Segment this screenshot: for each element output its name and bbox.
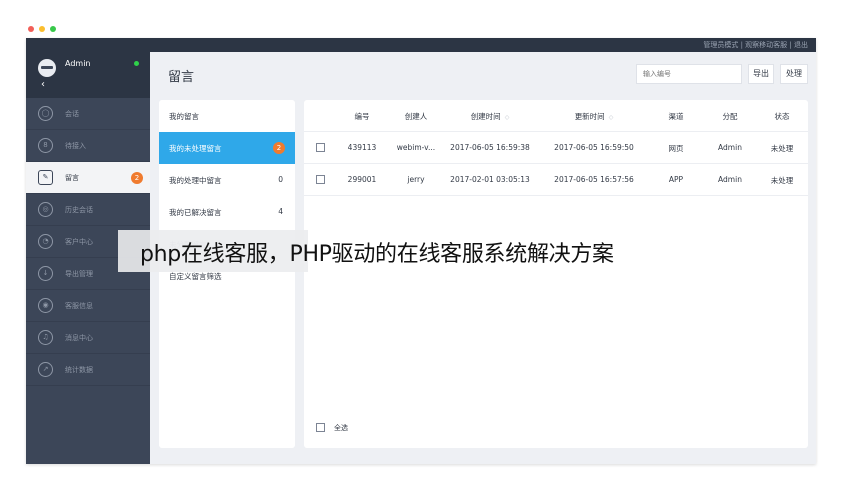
folder-item[interactable]: 我的未处理留言 2 — [159, 132, 295, 164]
table-cell: 2017-06-05 16:59:38 — [450, 143, 530, 152]
sidebar-item[interactable]: ✎ 留言 2 — [26, 162, 150, 194]
message-table: 编号 创建人 创建时间 ◇ 更新时间 ◇ 渠道 分配 状态 439113 webim-v... 20… — [304, 100, 808, 448]
sidebar-item-label: 历史会话 — [65, 206, 93, 214]
history-icon: ◎ — [38, 202, 53, 217]
customer-icon: ◔ — [38, 234, 53, 249]
table-cell: jerry — [407, 175, 425, 184]
sidebar-item[interactable]: 8 待接入 — [26, 130, 150, 162]
column-header[interactable]: 创建时间 ◇ — [450, 111, 530, 122]
sidebar-item[interactable]: ↗ 统计数据 — [26, 354, 150, 386]
count-badge: 2 — [273, 142, 285, 154]
table-cell: 2017-06-05 16:57:56 — [554, 175, 634, 184]
folder-count: 0 — [278, 175, 283, 184]
table-cell: 2017-06-05 16:59:50 — [554, 143, 634, 152]
zoom-dot[interactable] — [50, 26, 56, 32]
sidebar-item-label: 会话 — [65, 110, 79, 118]
folder-list: 我的留言我的未处理留言2我的处理中留言0我的已解决留言4未分配留言自定义留言筛选 — [159, 100, 295, 448]
page-title: 留言 — [168, 70, 195, 85]
collapse-chevron-icon[interactable]: ‹ — [41, 79, 45, 90]
folder-item[interactable]: 我的处理中留言 0 — [159, 164, 295, 196]
column-header: 创建人 — [404, 112, 428, 121]
sidebar-item-label: 客服信息 — [65, 302, 93, 310]
folder-label: 我的处理中留言 — [169, 176, 222, 185]
bell-icon: ♫ — [38, 330, 53, 345]
stats-icon: ↗ — [38, 362, 53, 377]
process-button[interactable]: 处理 — [780, 64, 808, 84]
table-row[interactable]: 439113 webim-v... 2017-06-05 16:59:38 2017-… — [304, 132, 808, 164]
window-titlebar — [26, 22, 816, 38]
admin-name: Admin — [65, 59, 91, 68]
sidebar-item[interactable]: ◯ 会话 — [26, 98, 150, 130]
folder-label: 我的留言 — [169, 112, 199, 121]
select-all-checkbox[interactable] — [316, 423, 325, 432]
queue-icon: 8 — [38, 138, 53, 153]
table-cell: webim-v... — [396, 143, 436, 152]
folder-item[interactable]: 我的留言 — [159, 100, 295, 132]
avatar[interactable] — [38, 59, 56, 77]
table-cell: 未处理 — [770, 176, 794, 185]
search-input[interactable] — [636, 64, 742, 84]
unread-badge: 2 — [131, 172, 143, 184]
folder-label: 我的已解决留言 — [169, 208, 222, 217]
top-links[interactable]: 管理员模式 | 观察移动客服 | 退出 — [703, 40, 808, 50]
export-button[interactable]: 导出 — [748, 64, 774, 84]
folder-item[interactable]: 我的已解决留言 4 — [159, 196, 295, 228]
table-row[interactable]: 299001 jerry 2017-02-01 03:05:13 2017-06-05… — [304, 164, 808, 196]
sidebar-item-label: 消息中心 — [65, 334, 93, 342]
table-cell: 未处理 — [770, 144, 794, 153]
sidebar-item-label: 留言 — [65, 174, 79, 182]
column-header: 状态 — [774, 112, 790, 121]
close-dot[interactable] — [28, 26, 34, 32]
export-icon: ↓ — [38, 266, 53, 281]
sort-icon[interactable]: ◇ — [505, 114, 510, 121]
folder-count: 4 — [278, 207, 283, 216]
sidebar-item[interactable]: ♫ 消息中心 — [26, 322, 150, 354]
settings-icon: ◉ — [38, 298, 53, 313]
sidebar-item-label: 统计数据 — [65, 366, 93, 374]
table-header: 编号 创建人 创建时间 ◇ 更新时间 ◇ 渠道 分配 状态 — [304, 100, 808, 132]
sidebar-item-label: 客户中心 — [65, 238, 93, 246]
chat-icon: ◯ — [38, 106, 53, 121]
sort-icon[interactable]: ◇ — [609, 114, 614, 121]
table-cell: 2017-02-01 03:05:13 — [450, 175, 530, 184]
top-bar: 管理员模式 | 观察移动客服 | 退出 — [26, 38, 816, 52]
sidebar-item[interactable]: ◎ 历史会话 — [26, 194, 150, 226]
online-status-dot — [134, 61, 139, 66]
message-icon: ✎ — [38, 170, 53, 185]
folder-label: 我的未处理留言 — [169, 144, 222, 153]
column-header[interactable]: 更新时间 ◇ — [554, 111, 634, 122]
screenshot-frame: 管理员模式 | 观察移动客服 | 退出 Admin ‹ ◯ 会话 8 待接入 ✎ 留言 2 ◎… — [0, 0, 842, 490]
sidebar-item-label: 导出管理 — [65, 270, 93, 278]
caption-text: php在线客服，PHP驱动的在线客服系统解决方案 — [140, 242, 614, 267]
select-all-label: 全选 — [334, 424, 348, 432]
sidebar-item-label: 待接入 — [65, 142, 86, 150]
folder-label: 自定义留言筛选 — [169, 272, 222, 281]
profile-panel: Admin ‹ — [26, 52, 150, 98]
sidebar-item[interactable]: ◉ 客服信息 — [26, 290, 150, 322]
minimize-dot[interactable] — [39, 26, 45, 32]
